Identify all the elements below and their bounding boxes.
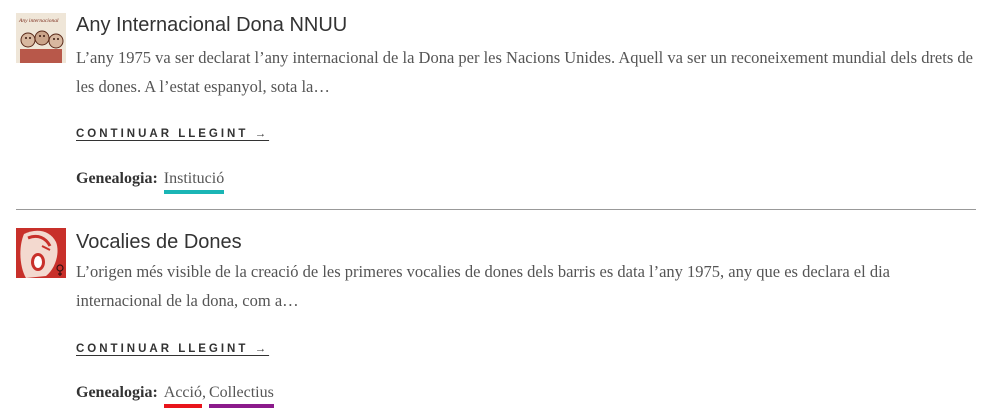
tag-link-institucio[interactable]: Institució	[163, 170, 225, 194]
tag-separator: ,	[201, 384, 206, 401]
entry-divider	[16, 209, 976, 210]
thumbnail-text: Any internacional	[18, 18, 59, 24]
post-thumbnail[interactable]: Any internacional	[16, 13, 66, 63]
genealogy-tags: Genealogia: Institució	[76, 170, 225, 194]
post-excerpt: L’any 1975 va ser declarat l’any interna…	[76, 48, 973, 96]
poster-image-icon	[16, 228, 66, 278]
poster-image-icon: Any internacional	[16, 13, 66, 63]
tag-link-accio[interactable]: Acció	[163, 384, 202, 408]
tag-link-collectius[interactable]: Collectius	[208, 384, 274, 408]
read-more-link[interactable]: CONTINUAR LLEGINT →	[76, 343, 269, 355]
genealogy-tags: Genealogia: Acció, Collectius	[76, 384, 274, 408]
post-thumbnail[interactable]	[16, 228, 66, 278]
post-title-link[interactable]: Vocalies de Dones	[76, 231, 242, 254]
genealogy-label: Genealogia:	[76, 384, 158, 401]
post-title-link[interactable]: Any Internacional Dona NNUU	[76, 14, 347, 37]
read-more-link[interactable]: CONTINUAR LLEGINT →	[76, 128, 269, 140]
post-excerpt: L’origen més visible de la creació de le…	[76, 262, 891, 310]
genealogy-label: Genealogia:	[76, 170, 158, 187]
